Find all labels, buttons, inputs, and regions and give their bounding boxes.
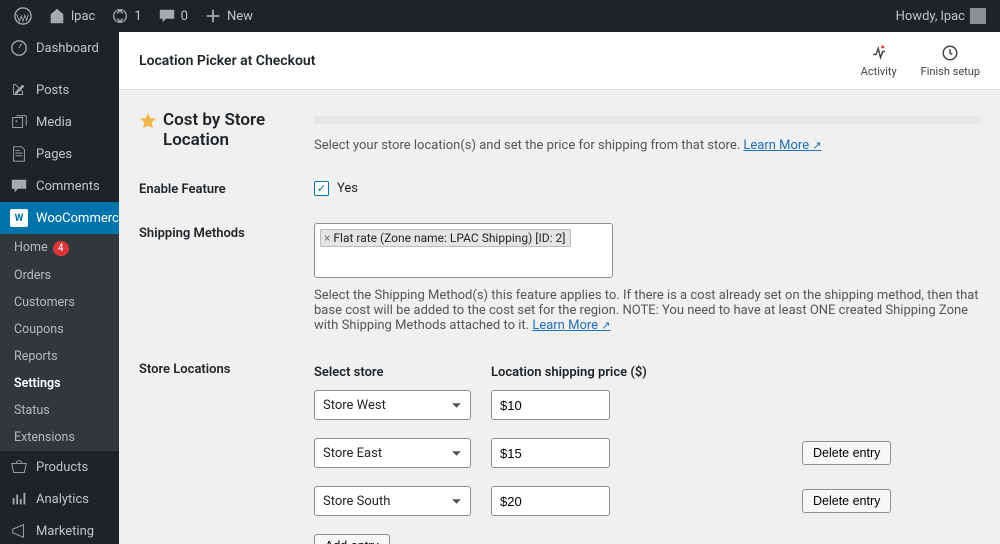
- submenu-reports[interactable]: Reports: [0, 343, 119, 370]
- store-select[interactable]: Store East: [314, 438, 471, 468]
- col-select-store: Select store: [314, 365, 491, 380]
- learn-more-link[interactable]: Learn More ↗: [743, 138, 821, 153]
- submenu-orders[interactable]: Orders: [0, 262, 119, 289]
- menu-comments[interactable]: Comments: [0, 170, 119, 202]
- remove-tag-icon[interactable]: ×: [324, 231, 330, 245]
- store-select[interactable]: Store West: [314, 390, 471, 420]
- submenu-status[interactable]: Status: [0, 397, 119, 424]
- chevron-down-icon: [451, 448, 462, 459]
- shipping-methods-label: Shipping Methods: [139, 223, 314, 333]
- chevron-down-icon: [451, 496, 462, 507]
- price-input[interactable]: [491, 486, 610, 516]
- col-shipping-price: Location shipping price ($): [491, 365, 647, 380]
- submenu-customers[interactable]: Customers: [0, 289, 119, 316]
- store-locations-label: Store Locations: [139, 359, 314, 544]
- my-account[interactable]: Howdy, lpac: [888, 0, 994, 32]
- avatar-icon: [970, 8, 986, 24]
- shipping-help-text: Select the Shipping Method(s) this featu…: [314, 288, 980, 333]
- menu-dashboard[interactable]: Dashboard: [0, 32, 119, 64]
- activity-button[interactable]: Activity: [861, 44, 897, 78]
- price-input[interactable]: [491, 438, 610, 468]
- store-select[interactable]: Store South: [314, 486, 471, 516]
- shipping-method-tag[interactable]: ×Flat rate (Zone name: LPAC Shipping) [I…: [320, 229, 571, 247]
- delete-entry-button[interactable]: Delete entry: [802, 441, 891, 465]
- menu-woocommerce[interactable]: WWooCommerce: [0, 202, 119, 234]
- woo-icon: W: [10, 209, 28, 227]
- page-title: Location Picker at Checkout: [139, 53, 315, 69]
- updates[interactable]: 1: [103, 0, 149, 32]
- submenu-extensions[interactable]: Extensions: [0, 424, 119, 451]
- section-heading: Cost by Store Location: [139, 110, 314, 153]
- submenu-home[interactable]: Home4: [0, 234, 119, 262]
- section-bar: [314, 116, 980, 124]
- new-content[interactable]: New: [196, 0, 261, 32]
- comments-count[interactable]: 0: [150, 0, 196, 32]
- star-icon: [139, 112, 157, 130]
- menu-products[interactable]: Products: [0, 451, 119, 483]
- delete-entry-button[interactable]: Delete entry: [802, 489, 891, 513]
- home-badge: 4: [53, 241, 69, 256]
- external-icon: ↗: [812, 139, 821, 152]
- external-icon: ↗: [601, 319, 610, 332]
- wp-logo[interactable]: [6, 0, 40, 32]
- shipping-methods-select[interactable]: ×Flat rate (Zone name: LPAC Shipping) [I…: [314, 223, 613, 278]
- add-entry-button[interactable]: Add entry: [314, 534, 390, 544]
- menu-media[interactable]: Media: [0, 106, 119, 138]
- submenu-settings[interactable]: Settings: [0, 370, 119, 397]
- finish-setup-button[interactable]: Finish setup: [921, 44, 980, 78]
- plugin-topbar: Location Picker at Checkout Activity Fin…: [119, 32, 1000, 90]
- site-name[interactable]: lpac: [40, 0, 103, 32]
- location-row: Store East Delete entry: [314, 438, 980, 468]
- enable-feature-label: Enable Feature: [139, 179, 314, 197]
- location-row: Store South Delete entry: [314, 486, 980, 516]
- menu-marketing[interactable]: Marketing: [0, 515, 119, 544]
- chevron-down-icon: [451, 400, 462, 411]
- enable-yes-text: Yes: [337, 181, 358, 196]
- menu-posts[interactable]: Posts: [0, 74, 119, 106]
- submenu-coupons[interactable]: Coupons: [0, 316, 119, 343]
- learn-more-link-2[interactable]: Learn More ↗: [532, 318, 610, 333]
- location-row: Store West: [314, 390, 980, 420]
- menu-pages[interactable]: Pages: [0, 138, 119, 170]
- price-input[interactable]: [491, 390, 610, 420]
- menu-analytics[interactable]: Analytics: [0, 483, 119, 515]
- section-description: Select your store location(s) and set th…: [314, 138, 980, 153]
- enable-feature-checkbox[interactable]: ✓: [314, 181, 329, 196]
